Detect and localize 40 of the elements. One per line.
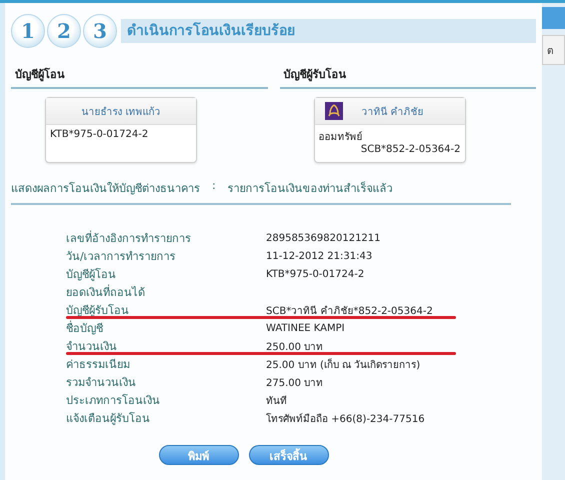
section-heading: บัญชีผู้รับโอน [280,65,536,89]
detail-label: บัญชีผู้โอน [66,267,117,283]
detail-label: ชื่อบัญชี [66,320,104,337]
page-title: ดำเนินการโอนเงินเรียบร้อย [121,19,536,43]
detail-value: ทันที [266,394,287,408]
account-holder-name: วาทินี คำภิชัย [361,106,424,118]
account-type: ออมทรัพย์ [318,130,364,144]
detail-value: 250.00 บาท [266,340,324,354]
step-number: 2 [47,14,81,48]
detail-label: จำนวนเงิน [66,339,118,355]
detail-value: WATINEE KAMPI [266,322,345,334]
detail-label: แจ้งเตือนผู้รับโอน [66,411,151,427]
detail-value: 275.00 บาท [266,376,324,390]
detail-label: ประเภทการโอนเงิน [66,393,161,409]
detail-label: ค่าธรรมเนียม [66,357,131,373]
detail-value: โทรศัพท์มือถือ +66(8)-234-77516 [266,412,425,426]
detail-label: ยอดเงินที่ถอนได้ [66,284,146,301]
bank-logo-icon [325,102,344,120]
result-heading: แสดงผลการโอนเงินให้บัญชีต่างธนาคาร [11,181,200,197]
detail-value: 11-12-2012 21:31:43 [266,250,372,262]
action-button[interactable]: พิมพ์ [158,445,238,465]
step-number: 1 [11,14,45,48]
step-number: 3 [83,14,117,48]
account-number: KTB*975-0-01724-2 [50,129,150,140]
detail-label: วัน/เวลาการทำรายการ [66,249,177,265]
detail-value: 25.00 บาท (เก็บ ณ วันเกิดรายการ) [266,357,420,372]
detail-label: เลขที่อ้างอิงการทำรายการ [66,230,192,247]
separator: : [211,179,217,194]
account-holder-name: นายธำรง เทพแก้ว [81,106,161,118]
detail-label: บัญชีผู้รับโอน [66,303,130,319]
account-number: SCB*852-2-05364-2 [360,144,460,155]
detail-label: รวมจำนวนเงิน [66,375,137,391]
detail-value: KTB*975-0-01724-2 [266,268,364,280]
section-heading: บัญชีผู้โอน [11,65,268,89]
sidebar-tab[interactable]: ต [547,42,553,58]
detail-value: SCB*วาทินี คำภิชัย*852-2-05364-2 [266,304,433,318]
detail-value: 289585369820121211 [266,232,381,244]
action-button[interactable]: เสร็จสิ้น [248,445,328,465]
sidebar-header [542,7,565,29]
result-status: รายการโอนเงินของท่านสำเร็จแล้ว [228,180,393,197]
